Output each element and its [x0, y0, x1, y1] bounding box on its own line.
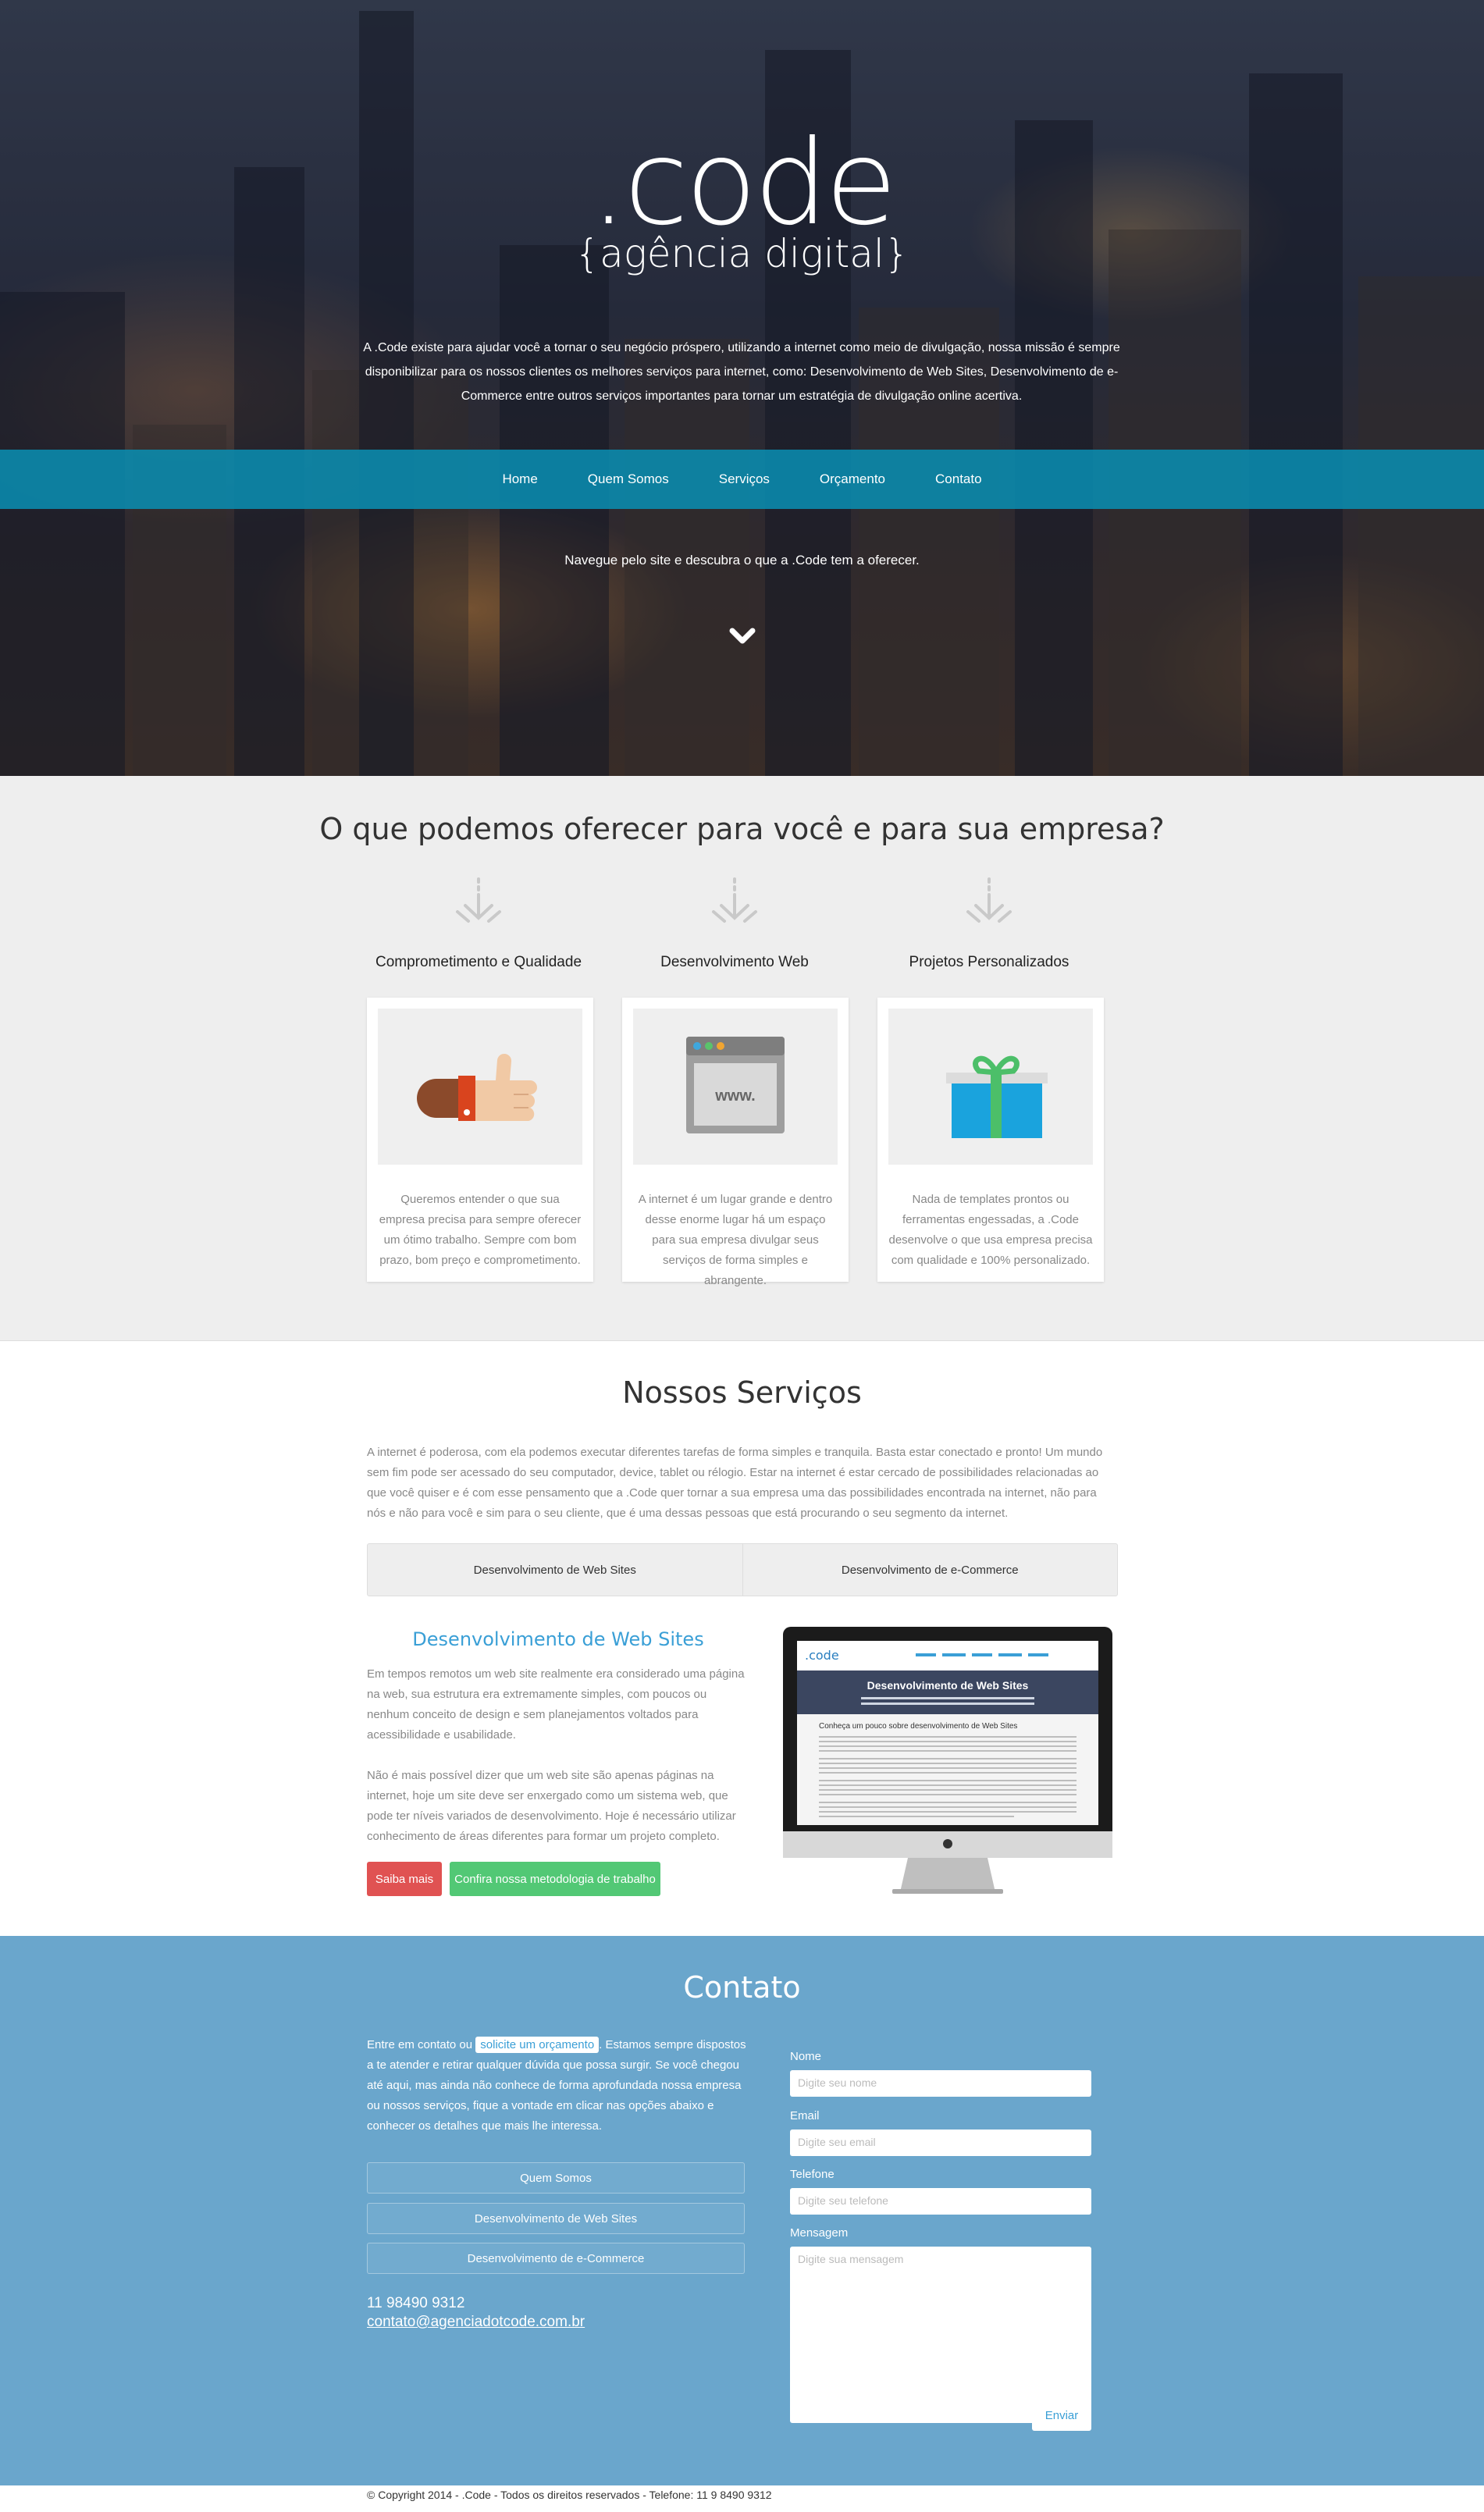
send-button[interactable]: Enviar — [1032, 2400, 1091, 2431]
card-image — [888, 1009, 1093, 1165]
nav-item-orcamento[interactable]: Orçamento — [815, 471, 890, 487]
services-title: Nossos Serviços — [622, 1375, 862, 1410]
offer-card-quality: Queremos entender o que sua empresa prec… — [367, 998, 593, 1282]
hero-cta-text: Navegue pelo site e descubra o que a .Co… — [564, 553, 920, 568]
name-input[interactable]: Digite seu nome — [790, 2070, 1091, 2097]
phone-input[interactable]: Digite seu telefone — [790, 2188, 1091, 2215]
email-label: Email — [790, 2109, 820, 2122]
phone-label: Telefone — [790, 2168, 835, 2181]
service-paragraph: Não é mais possível dizer que um web sit… — [367, 1769, 736, 1843]
offer-card-custom: Nada de templates prontos ou ferramentas… — [877, 998, 1104, 1282]
message-textarea[interactable]: Digite sua mensagem — [790, 2247, 1091, 2423]
contact-email-link[interactable]: contato@agenciadotcode.com.br — [367, 2314, 585, 2331]
imac-mockup: .code Desenvolvimento de Web Sites Conhe… — [783, 1627, 1112, 1894]
contact-text-before: Entre em contato ou — [367, 2038, 473, 2051]
browser-www-icon: www. — [686, 1037, 785, 1133]
chevron-down-icon[interactable] — [729, 624, 756, 648]
tab-web-sites[interactable]: Desenvolvimento de Web Sites — [368, 1544, 743, 1596]
contact-phone: 11 98490 9312 — [367, 2295, 465, 2311]
contact-text: Entre em contato ou solicite um orçament… — [367, 2035, 749, 2137]
offer-card-web: www. A internet é um lugar grande e dent… — [622, 998, 849, 1287]
screen-logo: .code — [805, 1648, 839, 1663]
service-paragraph: Em tempos remotos um web site realmente … — [367, 1667, 745, 1742]
hero-section: .code {agência digital} A .Code existe p… — [0, 0, 1484, 776]
arrow-down-icon — [456, 877, 501, 923]
name-label: Nome — [790, 2050, 822, 2063]
apple-logo-icon — [943, 1839, 952, 1848]
brand-logo[interactable]: .code — [0, 125, 1484, 242]
offer-column-title: Desenvolvimento Web — [660, 954, 809, 970]
screen-title: Desenvolvimento de Web Sites — [867, 1679, 1029, 1692]
brand-tagline: {agência digital} — [575, 231, 909, 276]
contact-title: Contato — [683, 1970, 801, 2005]
thumbs-up-icon — [417, 1053, 537, 1121]
www-label: www. — [714, 1087, 755, 1105]
solicite-orcamento-link[interactable]: solicite um orçamento — [475, 2037, 600, 2053]
card-image — [378, 1009, 582, 1165]
contact-link-e-commerce[interactable]: Desenvolvimento de e-Commerce — [367, 2243, 745, 2274]
email-input[interactable]: Digite seu email — [790, 2130, 1091, 2156]
hero-description: A .Code existe para ajudar você a tornar… — [363, 341, 1120, 403]
gift-icon — [946, 1055, 1048, 1138]
metodologia-button[interactable]: Confira nossa metodologia de trabalho — [450, 1862, 660, 1896]
card-image: www. — [633, 1009, 838, 1165]
offer-title: O que podemos oferecer para você e para … — [319, 812, 1165, 846]
main-nav: Home Quem Somos Serviços Orçamento Conta… — [0, 450, 1484, 509]
nav-item-servicos[interactable]: Serviços — [714, 471, 774, 487]
tab-e-commerce[interactable]: Desenvolvimento de e-Commerce — [743, 1544, 1118, 1596]
nav-item-contato[interactable]: Contato — [931, 471, 987, 487]
offer-column-title: Projetos Personalizados — [909, 954, 1069, 970]
card-text: Queremos entender o que sua empresa prec… — [379, 1193, 582, 1267]
card-text: Nada de templates prontos ou ferramentas… — [888, 1193, 1093, 1267]
service-title: Desenvolvimento de Web Sites — [412, 1628, 704, 1650]
card-text: A internet é um lugar grande e dentro de… — [638, 1193, 833, 1287]
services-tabs: Desenvolvimento de Web Sites Desenvolvim… — [367, 1543, 1118, 1596]
contact-link-web-sites[interactable]: Desenvolvimento de Web Sites — [367, 2203, 745, 2234]
arrow-down-icon — [712, 877, 757, 923]
contact-link-quem-somos[interactable]: Quem Somos — [367, 2162, 745, 2194]
nav-item-quem-somos[interactable]: Quem Somos — [583, 471, 674, 487]
arrow-down-icon — [966, 877, 1012, 923]
message-label: Mensagem — [790, 2226, 849, 2240]
saiba-mais-button[interactable]: Saiba mais — [367, 1862, 442, 1896]
offer-column-title: Comprometimento e Qualidade — [375, 954, 582, 970]
screen-subtitle: Conheça um pouco sobre desenvolvimento d… — [819, 1722, 1017, 1731]
services-intro: A internet é poderosa, com ela podemos e… — [367, 1446, 1103, 1520]
footer-copyright: © Copyright 2014 - .Code - Todos os dire… — [367, 2489, 772, 2501]
nav-item-home[interactable]: Home — [497, 471, 542, 487]
